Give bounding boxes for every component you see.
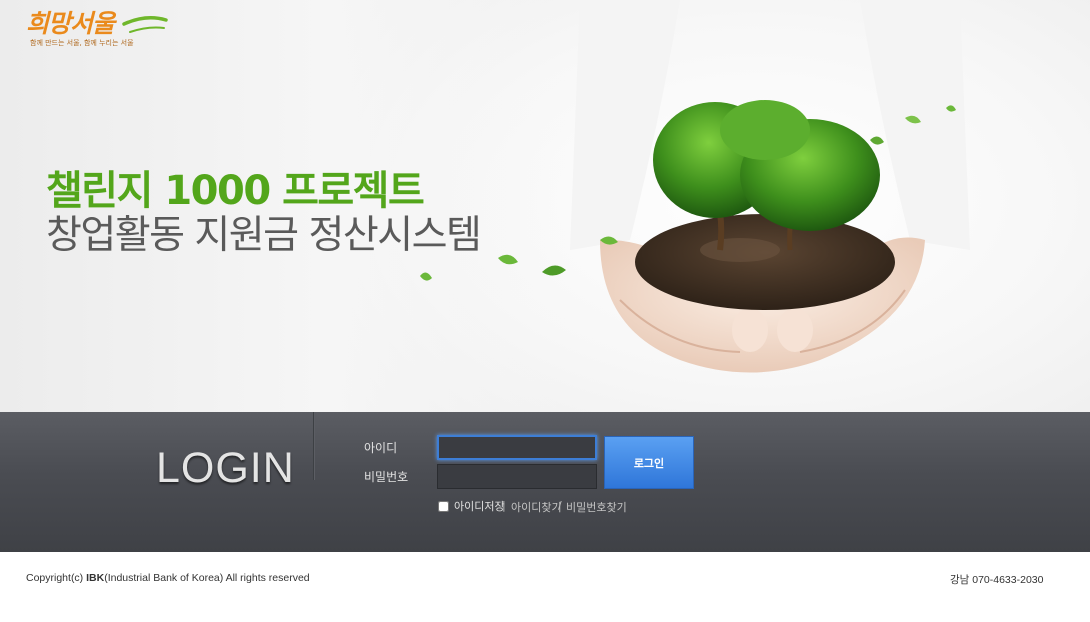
save-id-option[interactable]: 아이디저장: [438, 499, 505, 513]
hands-tree-image: [570, 0, 970, 373]
floating-leaves-icon: [420, 254, 566, 281]
password-label: 비밀번호: [364, 470, 409, 484]
id-label: 아이디: [364, 441, 398, 455]
id-input[interactable]: [437, 435, 597, 460]
logo-slogan: 함께 만드는 서울, 함께 누리는 서울: [30, 39, 134, 47]
save-id-label[interactable]: 아이디저장: [454, 498, 505, 514]
divider: [313, 412, 315, 480]
logo-text: 희망서울: [26, 9, 115, 38]
copyright-prefix: Copyright(c): [26, 572, 87, 584]
contact-phone: 강남 070-4633-2030: [950, 574, 1044, 586]
password-input[interactable]: [437, 464, 597, 489]
find-password-link[interactable]: 비밀번호찾기: [566, 499, 627, 515]
link-separator: |: [502, 499, 506, 512]
logo[interactable]: 희망서울 함께 만드는 서울, 함께 누리는 서울: [24, 4, 174, 50]
copyright-suffix: (Industrial Bank of Korea) All rights re…: [104, 572, 310, 584]
save-id-checkbox[interactable]: [438, 500, 449, 512]
login-title: LOGIN: [156, 444, 295, 492]
login-button[interactable]: 로그인: [604, 436, 694, 489]
footer: [0, 552, 1090, 622]
hero-banner: 희망서울 함께 만드는 서울, 함께 누리는 서울 챌린지 1000 프로젝트 …: [0, 0, 1090, 412]
link-separator: /: [558, 499, 562, 512]
copyright-text: Copyright(c) IBK(Industrial Bank of Kore…: [26, 572, 310, 584]
find-id-link[interactable]: 아이디찾기: [511, 499, 562, 515]
copyright-brand: IBK: [86, 572, 105, 584]
